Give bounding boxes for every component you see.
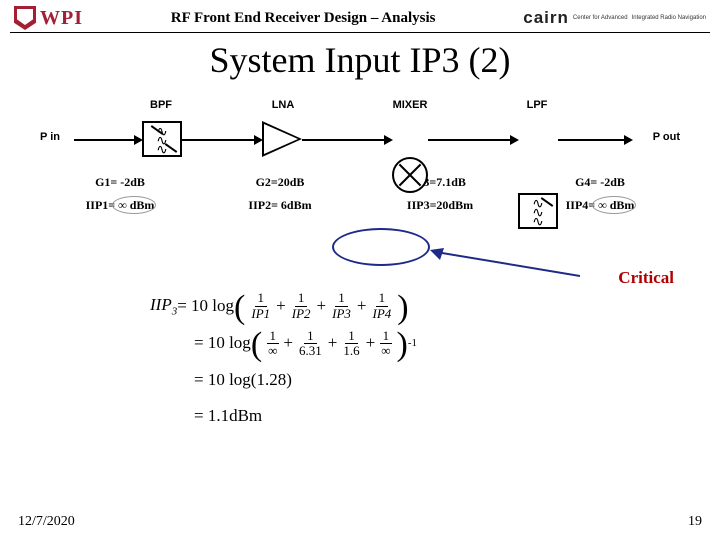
gain-4: G4= -2dB [525,175,675,190]
block-label-lna: LNA [258,99,308,111]
header-title: RF Front End Receiver Design – Analysis [83,10,523,27]
shield-icon [14,6,36,30]
cairn-sub2: Integrated Radio Navigation [632,15,706,22]
cairn-logo: cairn Center for Advanced Integrated Rad… [523,8,706,28]
footer-date: 12/7/2020 [18,514,75,530]
slide-footer: 12/7/2020 19 [18,514,702,530]
iip-2: IIP2= 6dBm [248,198,311,213]
slide-header: WPI RF Front End Receiver Design – Analy… [0,0,720,32]
iip-4: IIP4= ∞ dBm [566,198,635,213]
bpf-icon: ∿∿∿ [142,121,182,157]
wpi-logo-text: WPI [40,7,83,30]
signal-chain-diagram: P in P out BPF ∿∿∿ LNA MIXER LPF ∿∿∿ [40,99,680,169]
stage-parameters: G1= -2dB IIP1= ∞ dBm G2=20dB IIP2= 6dBm … [40,175,680,213]
gain-2: G2=20dB [205,175,355,190]
eq-lhs: IIP [150,295,172,314]
arrow-icon [430,248,580,278]
equation-block: IIP3 = 10 log ( 1IP1+ 1IP2+ 1IP3+ 1IP4 )… [150,290,417,438]
lpf-icon: ∿∿∿ [518,193,558,229]
header-rule [10,32,710,33]
block-label-mixer: MIXER [380,99,440,111]
eq-line3: = 10 log(1.28) [194,365,292,396]
lna-icon [262,121,302,157]
iip-1: IIP1= ∞ dBm [86,198,155,213]
eq-line4: = 1.1dBm [194,401,262,432]
port-out-label: P out [653,131,680,143]
cairn-logo-text: cairn [523,8,569,28]
block-label-lpf: LPF [512,99,562,111]
critical-label: Critical [618,268,674,288]
highlight-oval-icon [332,228,430,266]
port-in-label: P in [40,131,60,143]
iip-3: IIP3=20dBm [407,198,473,213]
gain-3: G3=7.1dB [365,175,515,190]
footer-page: 19 [688,514,702,530]
block-label-bpf: BPF [136,99,186,111]
cairn-sub1: Center for Advanced [573,15,628,22]
wpi-logo: WPI [14,6,83,30]
page-title: System Input IP3 (2) [0,39,720,81]
gain-1: G1= -2dB [45,175,195,190]
mixer-icon [392,157,428,193]
